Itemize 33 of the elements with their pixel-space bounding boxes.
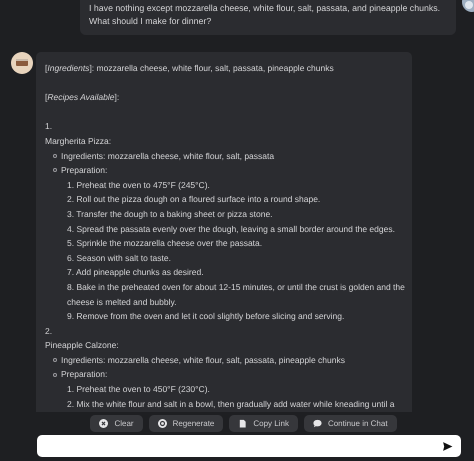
recipe-number: 2. <box>45 324 54 338</box>
preparation-step: 9. Remove from the oven and let it cool slightly before slicing and serving. <box>67 311 344 322</box>
regenerate-icon <box>158 419 167 428</box>
action-button[interactable]: Regenerate <box>148 415 224 432</box>
message-input-field[interactable] <box>37 435 461 458</box>
preparation-step: 2. Roll out the pizza dough on a floured surface into a round shape. <box>67 194 320 204</box>
recipe-ingredients: Ingredients: mozzarella cheese, white flour, salt, passata <box>61 150 274 163</box>
action-button[interactable]: Continue in Chat <box>304 415 397 432</box>
preparation-step: 1. Preheat the oven to 450°F (230°C). <box>67 384 210 394</box>
recipe-name: Margherita Pizza: <box>45 134 112 148</box>
recipes-heading: [Recipes Available]: <box>45 91 120 104</box>
preparation-step: 5. Sprinkle the mozzarella cheese over the passata. <box>67 238 262 248</box>
user-message: I have nothing except mozzarella cheese, white flour, salt, passata, and pineapple chunks. What should I make for dinner? <box>89 3 440 26</box>
recipe-ingredients: Ingredients: mozzarella cheese, white flour, salt, passata, pineapple chunks <box>61 354 345 367</box>
preparation-step: 4. Spread the passata evenly over the dough, leaving a small border around the edges. <box>67 224 395 234</box>
preparation-step: 1. Preheat the oven to 475°F (245°C). <box>67 180 210 190</box>
preparation-step: 3. Transfer the dough to a baking sheet or pizza stone. <box>67 208 273 219</box>
ingredients-line: [Ingredients]: mozzarella cheese, white flour, salt, passata, pineapple chunks <box>45 62 335 75</box>
preparation-label: Preparation: <box>61 164 108 178</box>
recipe-number: 1. <box>45 120 54 134</box>
speech-bubble-icon <box>312 419 322 428</box>
action-button[interactable]: Clear <box>90 415 143 432</box>
preparation-step: 6. Season with salt to taste. <box>67 252 171 263</box>
preparation-step: 8. Bake in the preheated oven for about 12-15 minutes, or until the crust is golden and the cheese is melted and bubbly. <box>67 282 405 306</box>
preparation-label: Preparation: <box>61 368 108 382</box>
document-icon <box>238 419 248 428</box>
avatar-icon <box>11 52 33 74</box>
recipe-name: Pineapple Calzone: <box>45 339 120 352</box>
action-button[interactable]: Copy Link <box>229 415 298 432</box>
send-icon[interactable] <box>442 440 453 452</box>
preparation-step: 7. Add pineapple chunks as desired. <box>67 267 204 278</box>
preparation-step: 2. Mix the white flour and salt in a bowl, then gradually add water while kneading until a <box>67 398 394 409</box>
clear-icon <box>99 419 108 428</box>
